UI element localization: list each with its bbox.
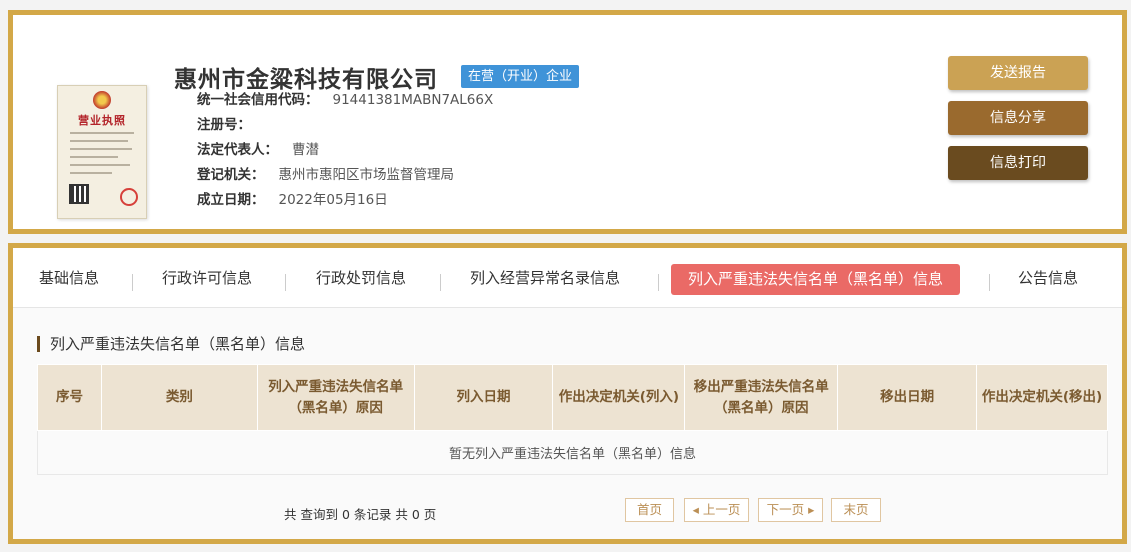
- next-page-button[interactable]: 下一页 ▸: [758, 498, 823, 522]
- tab-administrative-penalty[interactable]: 行政处罚信息: [316, 267, 406, 288]
- tab-abnormal-operations[interactable]: 列入经营异常名录信息: [470, 267, 620, 288]
- col-inclusion-authority: 作出决定机关(列入): [552, 364, 686, 431]
- tab-bar: 基础信息 行政许可信息 行政处罚信息 列入经营异常名录信息 列入严重违法失信名单…: [13, 248, 1122, 308]
- pagination-summary: 共 查询到 0 条记录 共 0 页: [284, 507, 437, 522]
- blacklist-table: 序号 类别 列入严重违法失信名单（黑名单）原因 列入日期 作出决定机关(列入) …: [37, 364, 1108, 475]
- col-removal-authority: 作出决定机关(移出): [976, 364, 1108, 431]
- share-button[interactable]: 信息分享: [948, 101, 1088, 135]
- chevron-right-icon: ▸: [808, 502, 815, 517]
- info-credit-code: 统一社会信用代码： 91441381MABN7AL66X: [197, 92, 494, 108]
- detail-card: 基础信息 行政许可信息 行政处罚信息 列入经营异常名录信息 列入严重违法失信名单…: [8, 243, 1127, 544]
- info-registration-authority: 登记机关： 惠州市惠阳区市场监督管理局: [197, 167, 454, 183]
- business-license-image[interactable]: 营业执照: [57, 85, 147, 219]
- last-page-button[interactable]: 末页: [831, 498, 881, 522]
- license-title: 营业执照: [78, 114, 126, 127]
- tab-basic-info[interactable]: 基础信息: [39, 267, 99, 288]
- tab-blacklist[interactable]: 列入严重违法失信名单（黑名单）信息: [671, 264, 961, 295]
- first-page-button[interactable]: 首页: [625, 498, 674, 522]
- col-category: 类别: [100, 364, 258, 431]
- col-inclusion-date: 列入日期: [413, 364, 554, 431]
- table-row: 暂无列入严重违法失信名单（黑名单）信息: [37, 430, 1108, 475]
- info-registration-number: 注册号：: [197, 117, 251, 133]
- national-emblem-icon: [93, 91, 111, 109]
- qr-code-icon: [69, 184, 89, 204]
- section-title: 列入严重违法失信名单（黑名单）信息: [37, 336, 305, 352]
- tab-administrative-license[interactable]: 行政许可信息: [162, 267, 252, 288]
- tab-announcements[interactable]: 公告信息: [1018, 267, 1078, 288]
- table-header-row: 序号 类别 列入严重违法失信名单（黑名单）原因 列入日期 作出决定机关(列入) …: [37, 364, 1108, 431]
- col-inclusion-reason: 列入严重违法失信名单（黑名单）原因: [256, 364, 415, 431]
- info-establishment-date: 成立日期： 2022年05月16日: [197, 192, 388, 208]
- print-button[interactable]: 信息打印: [948, 146, 1088, 180]
- chevron-left-icon: ◂: [692, 502, 699, 517]
- send-report-button[interactable]: 发送报告: [948, 56, 1088, 90]
- status-badge: 在营（开业）企业: [461, 65, 580, 88]
- col-removal-date: 移出日期: [837, 364, 978, 431]
- info-legal-representative: 法定代表人： 曹潜: [197, 142, 319, 158]
- col-removal-reason: 移出严重违法失信名单（黑名单）原因: [684, 364, 839, 431]
- prev-page-button[interactable]: ◂ 上一页: [684, 498, 749, 522]
- seal-icon: [120, 188, 138, 206]
- col-index: 序号: [37, 364, 102, 431]
- empty-message: 暂无列入严重违法失信名单（黑名单）信息: [37, 430, 1108, 475]
- company-card: 营业执照 惠州市金粱科技有限公司 在营（开业）企业 统一社会信用代码： 91441…: [8, 10, 1127, 234]
